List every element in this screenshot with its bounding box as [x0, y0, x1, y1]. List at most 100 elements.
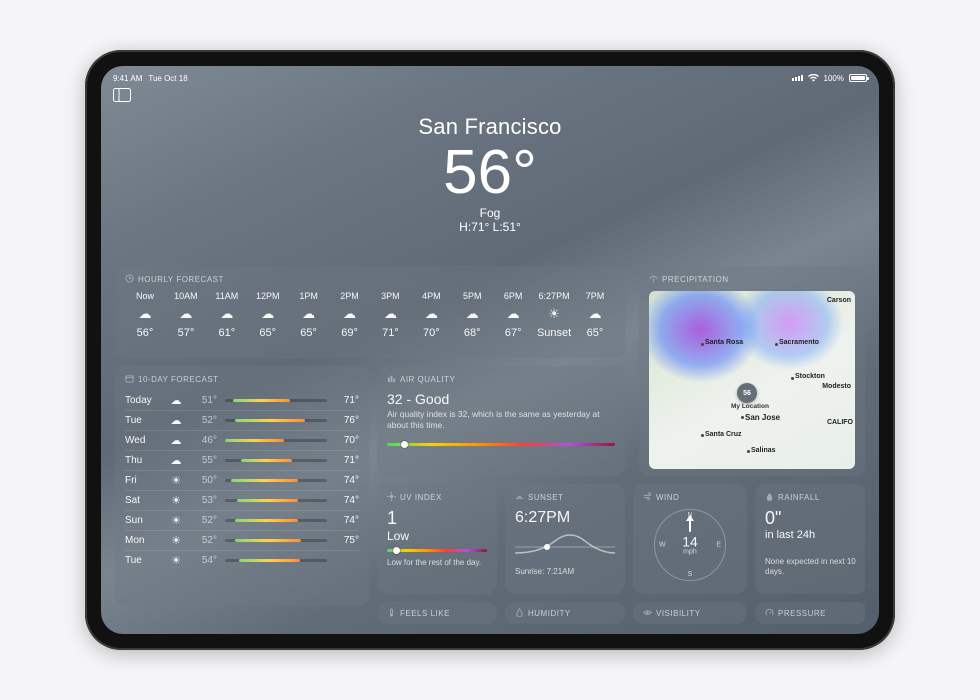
- weather-app-screen: 9:41 AM Tue Oct 18 100% San Francisco 56…: [101, 66, 879, 634]
- hourly-title: HOURLY FORECAST: [138, 275, 224, 284]
- pressure-title: PRESSURE: [778, 609, 826, 618]
- uv-title: UV INDEX: [400, 493, 442, 502]
- day-row[interactable]: Sat ☀︎ 53° 74°: [125, 490, 359, 510]
- visibility-card[interactable]: VISIBILITY: [633, 602, 747, 624]
- hour-time: 6:27PM: [539, 291, 570, 301]
- day-row[interactable]: Tue ☀︎ 54°: [125, 550, 359, 570]
- hour-temp: 65°: [259, 327, 276, 339]
- hour-temp: 57°: [178, 327, 195, 339]
- day-low: 53°: [193, 495, 217, 506]
- day-row[interactable]: Sun ☀︎ 52° 74°: [125, 510, 359, 530]
- day-row[interactable]: Thu ☁︎ 55° 71°: [125, 450, 359, 470]
- temp-range-bar: [225, 439, 327, 442]
- current-conditions: San Francisco 56° Fog H:71° L:51°: [101, 114, 879, 234]
- weather-icon: ☁︎: [167, 454, 185, 467]
- hour-item: 1PM ☁︎ 65°: [289, 291, 329, 339]
- precipitation-card[interactable]: PRECIPITATION Carson Santa Rosa Sacramen…: [639, 266, 865, 476]
- city-name: San Francisco: [101, 114, 879, 140]
- hour-item: 12PM ☁︎ 65°: [248, 291, 288, 339]
- humidity-icon: [515, 608, 524, 619]
- hour-temp: Sunset: [537, 327, 571, 339]
- thermometer-icon: [387, 608, 396, 619]
- map-city-santa-cruz: Santa Cruz: [705, 431, 742, 438]
- wind-compass: NSEW 14mph: [654, 509, 726, 581]
- temp-range-bar: [225, 399, 327, 402]
- hour-item: 4PM ☁︎ 70°: [411, 291, 451, 339]
- rain-note: None expected in next 10 days.: [765, 557, 857, 577]
- weather-icon: ☁︎: [466, 306, 479, 322]
- sunset-card[interactable]: SUNSET 6:27PM Sunrise: 7:21AM: [505, 484, 625, 594]
- wind-unit: mph: [682, 549, 698, 556]
- hour-item: 6:27PM ☀︎ Sunset: [534, 291, 574, 339]
- hour-item: 11AM ☁︎ 61°: [207, 291, 247, 339]
- day-high: 74°: [335, 495, 359, 506]
- day-row[interactable]: Mon ☀︎ 52° 75°: [125, 530, 359, 550]
- day-name: Today: [125, 395, 159, 406]
- temp-range-bar: [225, 419, 327, 422]
- clock-icon: [125, 274, 134, 285]
- day-high: 70°: [335, 435, 359, 446]
- ten-day-forecast-card[interactable]: 10-DAY FORECAST Today ☁︎ 51° 71°Tue ☁︎ 5…: [115, 366, 369, 606]
- hour-time: 11AM: [215, 291, 238, 301]
- hour-time: 3PM: [381, 291, 400, 301]
- day-row[interactable]: Wed ☁︎ 46° 70°: [125, 430, 359, 450]
- hour-temp: 69°: [341, 327, 358, 339]
- day-low: 46°: [193, 435, 217, 446]
- weather-icon: ☁︎: [384, 306, 397, 322]
- weather-icon: ☁︎: [167, 394, 185, 407]
- sunset-time: 6:27PM: [515, 509, 615, 527]
- temp-range-bar: [225, 459, 327, 462]
- wind-speed: 14: [682, 535, 698, 549]
- weather-icon: ☁︎: [425, 306, 438, 322]
- rainfall-card[interactable]: RAINFALL 0" in last 24h None expected in…: [755, 484, 865, 594]
- hourly-forecast-card[interactable]: HOURLY FORECAST Now ☁︎ 56°10AM ☁︎ 57°11A…: [115, 266, 625, 358]
- day-name: Thu: [125, 455, 159, 466]
- uv-label: Low: [387, 529, 487, 543]
- pressure-card[interactable]: PRESSURE: [755, 602, 865, 624]
- battery-percent: 100%: [824, 74, 844, 83]
- humidity-card[interactable]: HUMIDITY: [505, 602, 625, 624]
- day-row[interactable]: Fri ☀︎ 50° 74°: [125, 470, 359, 490]
- hour-time: 4PM: [422, 291, 441, 301]
- hour-time: Now: [136, 291, 154, 301]
- air-quality-card[interactable]: AIR QUALITY 32 - Good Air quality index …: [377, 366, 625, 476]
- uv-index-card[interactable]: UV INDEX 1 Low Low for the rest of the d…: [377, 484, 497, 594]
- uv-marker: [393, 547, 400, 554]
- day-low: 52°: [193, 535, 217, 546]
- feels-like-card[interactable]: FEELS LIKE: [377, 602, 497, 624]
- day-row[interactable]: Today ☁︎ 51° 71°: [125, 391, 359, 410]
- day-name: Mon: [125, 535, 159, 546]
- rain-label: in last 24h: [765, 529, 857, 541]
- wind-card[interactable]: WIND NSEW 14mph: [633, 484, 747, 594]
- temp-range-bar: [225, 539, 327, 542]
- map-city-santa-rosa: Santa Rosa: [705, 339, 743, 346]
- visibility-title: VISIBILITY: [656, 609, 701, 618]
- precipitation-map[interactable]: Carson Santa Rosa Sacramento Stockton Mo…: [649, 291, 855, 469]
- day-low: 51°: [193, 395, 217, 406]
- map-city-salinas: Salinas: [751, 447, 776, 454]
- uv-note: Low for the rest of the day.: [387, 558, 487, 568]
- aqi-value: 32 - Good: [387, 391, 615, 407]
- hour-item: 3PM ☁︎ 71°: [370, 291, 410, 339]
- sidebar-toggle-button[interactable]: [113, 88, 131, 102]
- map-city-carson: Carson: [827, 297, 851, 304]
- weather-icon: ☁︎: [507, 306, 520, 322]
- day-low: 54°: [193, 555, 217, 566]
- day-name: Tue: [125, 555, 159, 566]
- hour-temp: 71°: [382, 327, 399, 339]
- map-city-sacramento: Sacramento: [779, 339, 819, 346]
- day-name: Fri: [125, 475, 159, 486]
- day-high: 74°: [335, 475, 359, 486]
- my-location-pin[interactable]: 56: [737, 383, 757, 403]
- hour-temp: 65°: [587, 327, 604, 339]
- wind-title: WIND: [656, 493, 679, 502]
- day-name: Tue: [125, 415, 159, 426]
- hour-temp: 61°: [218, 327, 235, 339]
- temp-range-bar: [225, 519, 327, 522]
- day-row[interactable]: Tue ☁︎ 52° 76°: [125, 410, 359, 430]
- map-city-san-jose: San Jose: [745, 413, 780, 422]
- hour-time: 6PM: [504, 291, 523, 301]
- weather-icon: ☁︎: [167, 414, 185, 427]
- status-bar: 9:41 AM Tue Oct 18 100%: [101, 66, 879, 86]
- day-low: 52°: [193, 415, 217, 426]
